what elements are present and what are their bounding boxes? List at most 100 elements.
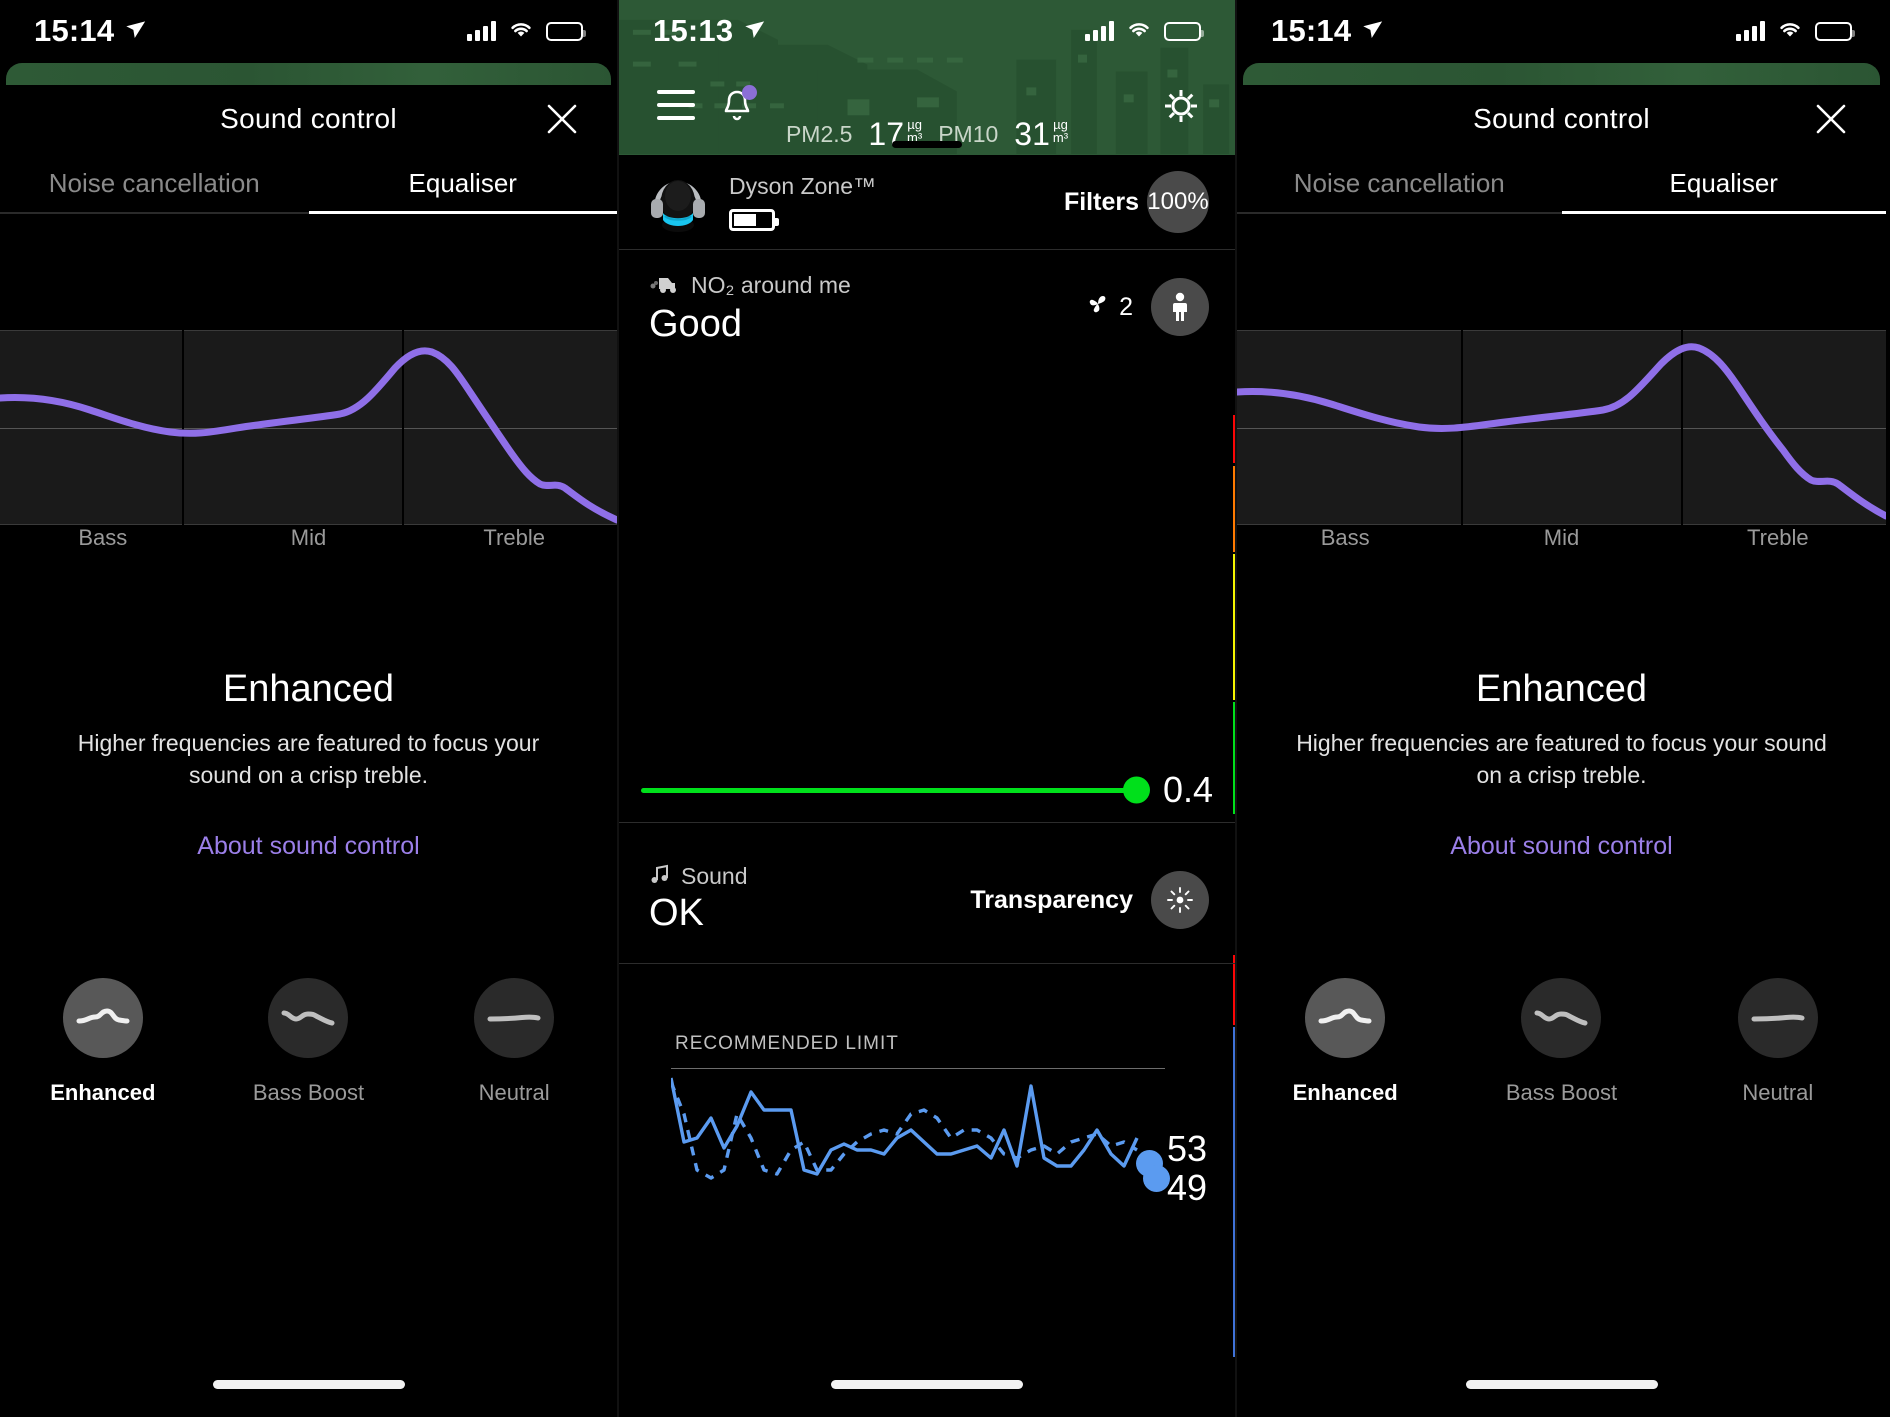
page-title: Sound control [220,103,397,134]
equaliser-curve [0,347,617,524]
no2-section[interactable]: NO₂ around me Good 2 [619,250,1235,362]
eq-curve-bassboost-icon [268,978,349,1058]
preset-label: Neutral [478,1080,550,1105]
sound-series-dashed [671,1081,1138,1180]
preset-label: Bass Boost [252,1080,365,1105]
status-time-group: 15:14 [34,13,147,49]
eq-curve-neutral-icon [474,978,555,1058]
close-icon[interactable] [1812,100,1850,138]
close-icon[interactable] [543,100,581,138]
device-battery-icon [729,209,779,231]
notification-badge-dot [742,85,757,100]
eq-label-treble: Treble [483,525,545,550]
preset-bass-boost[interactable]: Bass Boost [228,978,388,1106]
recommended-limit-line [671,1068,1165,1069]
sound-reading-primary: 53 [1166,1128,1207,1169]
preset-label: Enhanced [50,1080,156,1105]
background-card-edge [1243,63,1880,85]
preset-bass-boost[interactable]: Bass Boost [1481,978,1641,1106]
preset-enhanced[interactable]: Enhanced [23,978,183,1106]
location-arrow-icon [1360,13,1384,49]
sound-readings: 53 49 [1166,1128,1207,1208]
tab-noise-cancellation[interactable]: Noise cancellation [1237,152,1562,214]
preset-neutral[interactable]: Neutral [1698,978,1858,1106]
about-sound-control-link[interactable]: About sound control [1237,832,1886,861]
slider-track[interactable] [641,776,1150,804]
preset-enhanced[interactable]: Enhanced [1265,978,1425,1106]
location-arrow-icon [742,13,766,49]
status-bar: 15:13 [619,0,1235,62]
sound-mode-controls: Transparency [970,871,1209,929]
status-indicators [1736,19,1855,44]
sound-section[interactable]: Sound OK Transparency [619,845,1235,965]
equaliser-axis-labels: Bass Mid Treble [0,525,617,565]
equaliser-graph[interactable] [1237,330,1886,525]
status-time-group: 15:13 [653,13,766,49]
preset-title: Enhanced [222,668,395,710]
transparency-sun-icon[interactable] [1151,871,1209,929]
eq-curve-enhanced-icon [62,978,143,1058]
wifi-icon [508,19,534,44]
wifi-icon [1777,19,1803,44]
recommended-limit-label: RECOMMENDED LIMIT [675,1033,899,1054]
pm10-unit: µg m³ [1053,116,1068,144]
sound-current-dot-dashed [1143,1165,1170,1192]
status-indicators [467,19,586,44]
preset-label: Enhanced [1292,1080,1398,1105]
home-indicator [831,1380,1023,1389]
battery-icon [1815,21,1855,41]
tab-label: Noise cancellation [1293,167,1505,198]
cellular-bars-icon [1085,21,1114,41]
preset-label: Neutral [1742,1080,1814,1105]
location-arrow-icon [123,13,147,49]
device-row[interactable]: Dyson Zone™ Filters 100% [619,155,1235,250]
device-info: Dyson Zone™ [729,173,876,231]
sound-reading-secondary: 49 [1166,1166,1207,1208]
preset-neutral[interactable]: Neutral [434,978,594,1106]
no2-label: NO₂ around me [691,272,851,298]
status-bar: 15:14 [1237,0,1886,62]
fan-speed-indicator[interactable]: 2 [1085,291,1133,324]
tab-active-underline [1561,211,1886,214]
filters-percent-badge: 100% [1147,171,1209,233]
cellular-bars-icon [467,21,496,41]
home-indicator [212,1380,405,1389]
tab-label: Equaliser [1669,167,1778,198]
transparency-label: Transparency [970,885,1133,914]
eq-label-mid: Mid [1543,525,1580,550]
air-quality-readings: PM2.5 17 µg m³ PM10 31 µg m³ [619,113,1235,155]
tab-equaliser[interactable]: Equaliser [1561,152,1886,214]
no2-level-slider[interactable]: 0.4 [619,760,1235,820]
slider-knob[interactable] [1122,776,1150,804]
panel-left-equaliser: 15:14 Sound control Noise cancellation E… [0,0,617,1417]
screenshot-root: 15:14 Sound control Noise cancellation E… [0,0,1890,1417]
tab-noise-cancellation[interactable]: Noise cancellation [0,152,309,214]
sound-control-tabs: Noise cancellation Equaliser [0,152,617,214]
status-bar: 15:14 [0,0,617,62]
sheet-header: Sound control [1237,88,1886,150]
eq-label-bass: Bass [1320,525,1370,550]
person-icon[interactable] [1151,278,1209,336]
unit-numerator: µg [1053,116,1068,132]
tab-label: Noise cancellation [48,167,260,198]
tab-equaliser[interactable]: Equaliser [308,152,617,214]
section-divider [619,822,1235,823]
home-indicator [1465,1380,1658,1389]
fan-value: 2 [1119,292,1133,321]
unit-numerator: µg [907,116,922,132]
preset-title: Enhanced [1475,668,1648,710]
panel-mid-dashboard: 15:13 PM2.5 17 µg m³ PM10 31 µg m³ Dyson… [617,0,1237,1417]
preset-description: Higher frequencies are featured to focus… [77,730,540,788]
eq-curve-enhanced-icon [1305,978,1386,1058]
tab-label: Equaliser [408,167,517,198]
eq-curve-bassboost-icon [1521,978,1602,1058]
sound-label: Sound [681,863,748,889]
equaliser-graph[interactable] [0,330,617,525]
eq-label-mid: Mid [290,525,327,550]
pm10-value-group: 31 µg m³ [1014,116,1068,153]
filters-status[interactable]: Filters 100% [1064,171,1209,233]
no2-level-value: 0.4 [1162,769,1213,810]
about-sound-control-link[interactable]: About sound control [0,832,617,861]
pm10-value: 31 [1014,115,1050,152]
sheet-drag-handle[interactable] [892,141,962,148]
